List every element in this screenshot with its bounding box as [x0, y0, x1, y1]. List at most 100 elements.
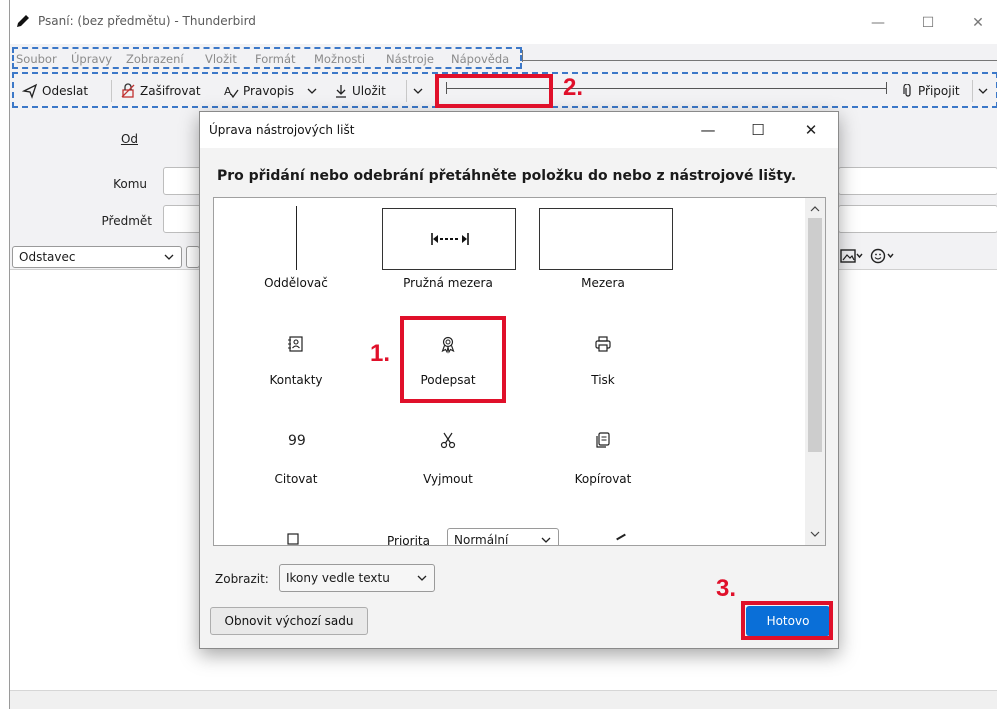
paragraph-select[interactable]: Odstavec [12, 246, 182, 268]
scissors-icon [438, 430, 458, 450]
palette-item-copy[interactable]: Kopírovat [534, 416, 672, 506]
palette-item-print[interactable]: Tisk [534, 318, 672, 408]
palette-item-separator[interactable]: Oddělovač [227, 198, 365, 308]
palette-item-label: Pružná mezera [403, 276, 493, 290]
dialog-minimize-button[interactable]: — [690, 117, 726, 143]
to-label: Komu [113, 177, 147, 191]
menubar: Soubor Úpravy Zobrazení Vložit Formát Mo… [12, 47, 522, 69]
palette-item-label: Kontakty [269, 373, 323, 387]
separator-icon [296, 206, 297, 270]
space-icon [539, 208, 673, 270]
save-button[interactable]: Uložit [334, 81, 386, 101]
from-label: Od [120, 132, 138, 146]
print-icon [593, 334, 613, 354]
minimize-button[interactable]: — [856, 8, 900, 38]
palette-item-label: Kopírovat [574, 472, 632, 486]
chevron-down-icon [412, 85, 424, 97]
palette-item-flexible-space[interactable]: Pružná mezera [379, 198, 517, 308]
subject-input-right[interactable] [838, 205, 997, 233]
menu-help[interactable]: Nápověda [451, 52, 509, 66]
dialog-titlebar: Úprava nástrojových lišt — ☐ ✕ [200, 112, 838, 148]
menu-tools[interactable]: Nástroje [386, 52, 434, 66]
emoji-icon[interactable] [870, 248, 896, 264]
show-mode-select[interactable]: Ikony vedle textu [279, 564, 435, 592]
lock-icon [120, 83, 136, 99]
menu-view[interactable]: Zobrazení [126, 52, 184, 66]
attach-label: Připojit [918, 84, 960, 98]
palette-item-label: Oddělovač [264, 276, 328, 290]
svg-text:A: A [224, 85, 232, 98]
annotation-box-toolbar-target [435, 74, 553, 108]
send-label: Odeslat [42, 84, 89, 98]
font-select[interactable] [186, 246, 200, 268]
annotation-step-2: 2. [563, 74, 584, 101]
spelling-dropdown[interactable] [306, 81, 318, 101]
annotation-box-done-button [741, 601, 833, 640]
close-button[interactable]: ✕ [956, 8, 997, 38]
palette-item-label: Mezera [581, 276, 625, 290]
menu-edit[interactable]: Úpravy [71, 52, 112, 66]
spelling-button[interactable]: A Pravopis [223, 81, 294, 101]
scroll-down-arrow[interactable] [805, 525, 825, 543]
priority-label: Priorita [387, 534, 430, 546]
palette-item-contacts[interactable]: Kontakty [227, 318, 365, 408]
toolbar-separator [111, 80, 112, 102]
priority-select[interactable]: Normální [447, 528, 559, 546]
send-button[interactable]: Odeslat [22, 81, 88, 101]
encrypt-label: Zašifrovat [140, 84, 201, 98]
restore-default-button[interactable]: Obnovit výchozí sadu [210, 607, 368, 635]
copy-icon [593, 430, 613, 450]
chevron-down-icon [977, 85, 989, 97]
palette-item-quote[interactable]: 99 Citovat [227, 416, 365, 506]
subject-label: Předmět [101, 214, 152, 228]
scroll-up-arrow[interactable] [805, 200, 825, 218]
spelling-label: Pravopis [243, 84, 294, 98]
attach-dropdown[interactable] [977, 81, 989, 101]
palette-item-label: Citovat [274, 472, 318, 486]
menubar-spacer-cap [522, 50, 523, 62]
to-input[interactable] [163, 167, 203, 195]
spelling-icon: A [223, 83, 239, 99]
palette-item-partial-icon [286, 532, 300, 545]
palette-scrollbar[interactable] [805, 198, 825, 545]
maximize-button[interactable]: ☐ [906, 8, 950, 38]
status-bar [10, 690, 997, 709]
customize-toolbar-dialog: Úprava nástrojových lišt — ☐ ✕ Pro přidá… [199, 111, 839, 649]
flexible-space-preview [382, 208, 516, 270]
menu-options[interactable]: Možnosti [314, 52, 365, 66]
to-input-right[interactable] [838, 167, 997, 195]
send-icon [22, 83, 38, 99]
show-label: Zobrazit: [215, 572, 269, 586]
paperclip-icon [902, 84, 914, 98]
chevron-down-icon [306, 85, 318, 97]
save-label: Uložit [352, 84, 386, 98]
menubar-spacer-line [522, 60, 997, 61]
quote-icon: 99 [286, 430, 306, 450]
subject-input[interactable] [163, 205, 203, 233]
attach-button[interactable]: Připojit [902, 81, 960, 101]
palette-item-label: Vyjmout [423, 472, 473, 486]
window-titlebar: Psaní: (bez předmětu) - Thunderbird — ☐ … [10, 0, 997, 44]
dialog-close-button[interactable]: ✕ [793, 117, 829, 143]
toolbar-separator [972, 80, 973, 102]
dialog-title: Úprava nástrojových lišt [209, 123, 355, 137]
menu-insert[interactable]: Vložit [205, 52, 237, 66]
palette-item-cut[interactable]: Vyjmout [379, 416, 517, 506]
scrollbar-thumb[interactable] [808, 218, 822, 452]
window-title: Psaní: (bez předmětu) - Thunderbird [38, 14, 256, 28]
insert-image-icon[interactable] [840, 248, 864, 264]
pencil-icon [14, 12, 32, 30]
menu-format[interactable]: Formát [255, 52, 296, 66]
chevron-down-icon [163, 251, 175, 263]
chevron-down-icon [416, 572, 428, 584]
encrypt-button[interactable]: Zašifrovat [120, 81, 201, 101]
save-dropdown[interactable] [412, 81, 424, 101]
menu-file[interactable]: Soubor [16, 52, 57, 66]
flexible-space-cap-right [886, 82, 887, 94]
dialog-maximize-button[interactable]: ☐ [740, 117, 776, 143]
palette-item-label: Tisk [591, 373, 615, 387]
insert-tools [840, 248, 896, 264]
palette-item-space[interactable]: Mezera [534, 198, 673, 308]
priority-select-value: Normální [454, 533, 509, 546]
toolbar-item-palette: Oddělovač Pružná mezera Mezera Kontakty [213, 197, 826, 546]
